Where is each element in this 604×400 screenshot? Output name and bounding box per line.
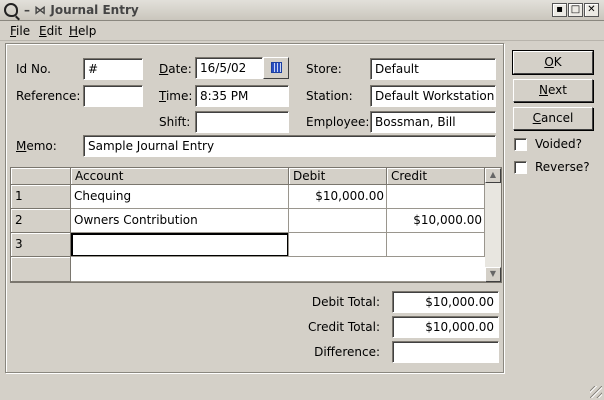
title-bar[interactable]: – ⋈ Journal Entry ▪ □ ✕ bbox=[0, 0, 604, 21]
menu-file[interactable]: File bbox=[10, 24, 30, 38]
cell-account[interactable]: Owners Contribution bbox=[71, 209, 289, 233]
journal-grid: Account Debit Credit 1 Chequing $10,000.… bbox=[10, 167, 502, 283]
menu-label: elp bbox=[78, 24, 97, 38]
reverse-checkbox[interactable] bbox=[514, 161, 527, 174]
cancel-button[interactable]: Cancel bbox=[513, 107, 593, 130]
column-header-account[interactable]: Account bbox=[71, 168, 289, 185]
memo-label: Memo: bbox=[16, 139, 57, 153]
store-label: Store: bbox=[306, 62, 342, 76]
next-button[interactable]: Next bbox=[513, 79, 593, 102]
row-header[interactable]: 3 bbox=[11, 233, 71, 257]
grid-scrollbar[interactable]: ▲ ▼ bbox=[485, 168, 501, 282]
menu-bar: File Edit Help bbox=[0, 21, 604, 41]
reference-field[interactable] bbox=[83, 85, 143, 107]
cell-credit[interactable] bbox=[387, 233, 485, 257]
row-header-empty[interactable] bbox=[11, 257, 71, 282]
time-field[interactable]: 8:35 PM bbox=[195, 85, 289, 107]
menu-label: ile bbox=[16, 24, 31, 38]
scroll-down-arrow-icon[interactable]: ▼ bbox=[485, 267, 501, 282]
menu-label: dit bbox=[46, 24, 63, 38]
cell-credit[interactable] bbox=[387, 185, 485, 209]
button-label: ext bbox=[548, 83, 567, 97]
button-label: ancel bbox=[541, 111, 574, 125]
cell-debit[interactable] bbox=[289, 209, 387, 233]
employee-field[interactable]: Bossman, Bill bbox=[370, 111, 496, 133]
time-label: Time: bbox=[159, 89, 192, 103]
id-no-field[interactable]: # bbox=[83, 58, 143, 80]
cell-account-editor[interactable] bbox=[71, 233, 289, 257]
calendar-button[interactable] bbox=[263, 57, 289, 79]
credit-total-label: Credit Total: bbox=[308, 320, 380, 334]
employee-label: Employee: bbox=[306, 115, 370, 129]
pin-icon: ⋈ bbox=[34, 3, 47, 17]
row-header[interactable]: 1 bbox=[11, 185, 71, 209]
memo-label-text: emo: bbox=[26, 139, 57, 153]
menu-mnemonic: H bbox=[69, 24, 79, 38]
reference-label: Reference: bbox=[16, 89, 81, 103]
memo-field[interactable]: Sample Journal Entry bbox=[83, 135, 496, 157]
menu-mnemonic: E bbox=[39, 24, 47, 38]
cell-account[interactable]: Chequing bbox=[71, 185, 289, 209]
debit-total-field: $10,000.00 bbox=[392, 291, 499, 313]
grid-empty-area bbox=[71, 257, 485, 282]
app-icon[interactable] bbox=[4, 3, 18, 17]
resize-grip[interactable] bbox=[590, 386, 602, 398]
window-title: – ⋈ Journal Entry bbox=[24, 3, 139, 17]
calendar-icon bbox=[271, 62, 282, 73]
menu-edit[interactable]: Edit bbox=[39, 24, 62, 38]
maximize-button[interactable]: □ bbox=[568, 3, 583, 17]
scroll-up-arrow-icon[interactable]: ▲ bbox=[485, 168, 501, 183]
button-mnemonic: C bbox=[532, 111, 542, 125]
difference-label: Difference: bbox=[314, 345, 380, 359]
voided-label: Voided? bbox=[535, 137, 582, 151]
title-prefix: – bbox=[24, 3, 30, 17]
cell-debit[interactable]: $10,000.00 bbox=[289, 185, 387, 209]
shift-label: Shift: bbox=[159, 115, 191, 129]
menu-help[interactable]: Help bbox=[69, 24, 96, 38]
station-field[interactable]: Default Workstation bbox=[370, 85, 496, 107]
date-label-text: ate: bbox=[168, 62, 192, 76]
cell-debit[interactable] bbox=[289, 233, 387, 257]
row-header[interactable]: 2 bbox=[11, 209, 71, 233]
close-button[interactable]: ✕ bbox=[584, 3, 599, 17]
column-header-debit[interactable]: Debit bbox=[289, 168, 387, 185]
difference-field bbox=[392, 341, 499, 363]
debit-total-label: Debit Total: bbox=[311, 295, 380, 309]
date-label: Date: bbox=[159, 62, 192, 76]
minimize-button[interactable]: ▪ bbox=[552, 3, 567, 17]
shift-field[interactable] bbox=[195, 111, 289, 133]
id-no-label: Id No. bbox=[16, 62, 51, 76]
ok-button[interactable]: OK bbox=[512, 50, 594, 75]
date-mnemonic: D bbox=[159, 62, 169, 76]
store-field[interactable]: Default bbox=[370, 58, 496, 80]
memo-mnemonic: M bbox=[16, 139, 27, 153]
voided-checkbox[interactable] bbox=[514, 138, 527, 151]
title-label: Journal Entry bbox=[50, 3, 139, 17]
cell-credit[interactable]: $10,000.00 bbox=[387, 209, 485, 233]
button-mnemonic: O bbox=[544, 55, 554, 69]
button-label: K bbox=[553, 55, 562, 69]
time-mnemonic: T bbox=[159, 89, 166, 103]
grid-corner bbox=[11, 168, 71, 185]
column-header-credit[interactable]: Credit bbox=[387, 168, 485, 185]
date-field[interactable]: 16/5/02 bbox=[195, 57, 263, 79]
button-mnemonic: N bbox=[539, 83, 548, 97]
station-label: Station: bbox=[306, 89, 353, 103]
credit-total-field: $10,000.00 bbox=[392, 316, 499, 338]
reverse-label: Reverse? bbox=[535, 160, 590, 174]
time-label-text: ime: bbox=[165, 89, 193, 103]
